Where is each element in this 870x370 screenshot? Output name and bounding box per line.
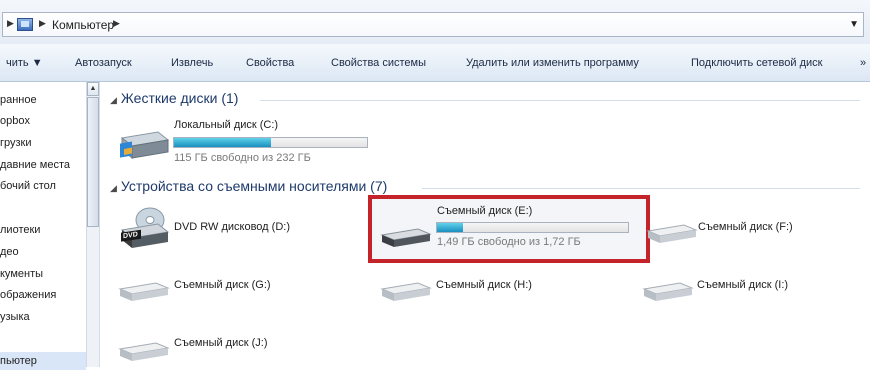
map-network-drive-button[interactable]: Подключить сетевой диск: [691, 57, 822, 69]
properties-button[interactable]: Свойства: [246, 57, 294, 69]
scroll-up-icon[interactable]: ▲: [87, 82, 99, 96]
uninstall-program-button[interactable]: Удалить или изменить программу: [466, 57, 639, 69]
removable-drive-icon: [642, 282, 694, 301]
sidebar-item-computer-selected[interactable]: пьютер: [0, 352, 86, 370]
organize-button[interactable]: чить ▼: [6, 57, 43, 69]
dvd-drive-icon: DVD: [120, 207, 170, 248]
drive-name: DVD RW дисковод (D:): [174, 221, 290, 233]
group-header-removable[interactable]: ◢ Устройства со съемными носителями (7): [110, 178, 387, 194]
drive-free-space: 115 ГБ свободно из 232 ГБ: [174, 152, 311, 164]
removable-drive-icon: [646, 224, 698, 243]
sidebar-item-pictures[interactable]: ображения: [0, 289, 56, 301]
sidebar-item-music[interactable]: узыка: [0, 311, 30, 323]
drive-name: Съемный диск (H:): [436, 279, 532, 291]
sidebar-item-favorites[interactable]: ранное: [0, 94, 37, 106]
drive-list: ◢ Жесткие диски (1) Локальный диск (C:) 1…: [100, 82, 870, 367]
drive-name: Съемный диск (I:): [697, 279, 789, 291]
command-toolbar: чить ▼ Автозапуск Извлечь Свойства Свойс…: [0, 44, 870, 82]
sidebar-item-dropbox[interactable]: opbox: [0, 115, 30, 127]
drive-name: Съемный диск (J:): [174, 337, 268, 349]
red-highlight-box: [368, 195, 650, 263]
chevron-down-icon[interactable]: ▼: [849, 19, 859, 30]
navigation-pane: ранное opbox грузки давние места бочий с…: [0, 82, 100, 370]
hard-drive-icon: [120, 131, 170, 160]
sidebar-item-desktop[interactable]: бочий стол: [0, 180, 56, 192]
sidebar-item-downloads[interactable]: грузки: [0, 137, 32, 149]
disk-usage-fill: [174, 138, 272, 147]
computer-icon: [17, 18, 33, 31]
chevron-right-icon[interactable]: ▶: [113, 18, 120, 29]
disk-usage-bar: [173, 137, 368, 148]
sidebar-item-documents[interactable]: кументы: [0, 268, 43, 280]
address-bar[interactable]: ▶ ▶ Компьютер ▶ ▼: [2, 12, 864, 37]
group-title: Устройства со съемными носителями (7): [120, 178, 388, 194]
breadcrumb-computer[interactable]: Компьютер: [52, 18, 114, 32]
sidebar-item-video[interactable]: део: [0, 246, 19, 258]
group-header-hard-disks[interactable]: ◢ Жесткие диски (1): [110, 90, 238, 106]
more-commands-button[interactable]: »: [860, 57, 866, 69]
collapse-triangle-icon[interactable]: ◢: [110, 95, 117, 105]
collapse-triangle-icon[interactable]: ◢: [110, 183, 117, 193]
system-properties-button[interactable]: Свойства системы: [331, 57, 426, 69]
eject-button[interactable]: Извлечь: [171, 57, 213, 69]
address-bar-area: ▶ ▶ Компьютер ▶ ▼: [0, 0, 870, 44]
sidebar-item-computer-label: пьютер: [0, 355, 37, 367]
drive-name: Съемный диск (G:): [174, 279, 271, 291]
group-divider: [260, 100, 860, 101]
group-title: Жесткие диски (1): [120, 90, 239, 106]
autoplay-button[interactable]: Автозапуск: [75, 57, 132, 69]
removable-drive-icon: [118, 282, 170, 301]
chevron-right-icon[interactable]: ▶: [39, 18, 46, 29]
removable-drive-icon: [118, 342, 170, 361]
group-divider: [422, 188, 860, 189]
chevron-right-icon[interactable]: ▶: [7, 18, 14, 29]
sidebar-item-libraries[interactable]: лиотеки: [0, 224, 40, 236]
sidebar-scrollbar[interactable]: ▲: [86, 82, 99, 367]
sidebar-item-recent-places[interactable]: давние места: [0, 159, 70, 171]
scrollbar-thumb[interactable]: [87, 97, 99, 227]
drive-name: Съемный диск (F:): [698, 221, 793, 233]
removable-drive-icon: [380, 282, 432, 301]
drive-name: Локальный диск (C:): [174, 119, 279, 131]
